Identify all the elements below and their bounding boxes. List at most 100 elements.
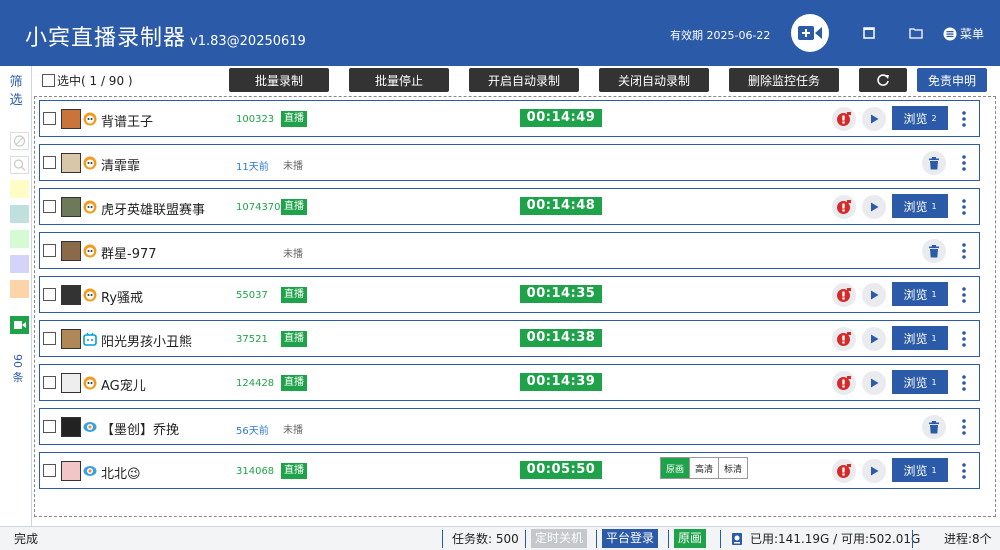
room-row[interactable]: Ry骚戒 55037 直播 00:14:35 浏览 1 bbox=[39, 276, 980, 313]
more-options-icon[interactable] bbox=[958, 373, 970, 393]
select-all-checkbox[interactable] bbox=[42, 74, 55, 87]
row-checkbox[interactable] bbox=[43, 112, 56, 125]
window-maximize-icon[interactable] bbox=[860, 24, 878, 42]
play-button[interactable] bbox=[862, 283, 886, 307]
color-filter-teal[interactable] bbox=[10, 205, 29, 223]
room-row[interactable]: 【墨创】乔挽 56天前 未播 bbox=[39, 408, 980, 445]
bilibili-platform-icon bbox=[83, 332, 97, 346]
row-checkbox[interactable] bbox=[43, 376, 56, 389]
stop-record-button[interactable] bbox=[832, 107, 856, 131]
delete-button[interactable] bbox=[922, 151, 946, 175]
play-button[interactable] bbox=[862, 107, 886, 131]
huya-platform-icon bbox=[83, 156, 97, 170]
stop-record-button[interactable] bbox=[832, 371, 856, 395]
record-stop-icon bbox=[837, 200, 851, 214]
record-timer: 00:14:49 bbox=[520, 109, 602, 127]
filter-search-icon[interactable] bbox=[10, 156, 29, 174]
delete-monitor-task-button[interactable]: 删除监控任务 bbox=[729, 68, 839, 92]
color-filter-purple[interactable] bbox=[10, 255, 29, 273]
room-row[interactable]: AG宠儿 124428 直播 00:14:39 浏览 1 bbox=[39, 364, 980, 401]
room-row[interactable]: 清霏霏 11天前 未播 bbox=[39, 144, 980, 181]
row-checkbox[interactable] bbox=[43, 420, 56, 433]
viewer-count: 100323 bbox=[236, 114, 275, 125]
video-record-logo-icon[interactable] bbox=[791, 14, 829, 52]
live-filter-icon[interactable] bbox=[10, 316, 29, 334]
quality-status-button[interactable]: 原画 bbox=[674, 529, 707, 548]
more-options-icon[interactable] bbox=[958, 153, 970, 173]
color-filter-yellow[interactable] bbox=[10, 180, 29, 198]
play-button[interactable] bbox=[862, 195, 886, 219]
stop-record-button[interactable] bbox=[832, 459, 856, 483]
play-button[interactable] bbox=[862, 371, 886, 395]
row-checkbox[interactable] bbox=[43, 464, 56, 477]
select-all[interactable]: 选中( 1 / 90 ) bbox=[42, 72, 133, 89]
more-options-icon[interactable] bbox=[958, 285, 970, 305]
avatar bbox=[61, 109, 81, 129]
enable-auto-record-button[interactable]: 开启自动录制 bbox=[469, 68, 579, 92]
room-list: 背谱王子 100323 直播 00:14:49 浏览 2 清霏霏 11天前 未播 虎牙英雄联盟赛事… bbox=[34, 96, 996, 517]
row-checkbox[interactable] bbox=[43, 244, 56, 257]
filter-none-icon[interactable] bbox=[10, 132, 29, 150]
delete-button[interactable] bbox=[922, 415, 946, 439]
platform-login-button[interactable]: 平台登录 bbox=[602, 529, 659, 548]
more-options-icon[interactable] bbox=[958, 461, 970, 481]
stop-record-button[interactable] bbox=[832, 195, 856, 219]
room-row[interactable]: 北北😉 314068 直播 00:05:50 原画 高清 标清 浏览 1 bbox=[39, 452, 980, 489]
row-checkbox[interactable] bbox=[43, 332, 56, 345]
browse-button[interactable]: 浏览 2 bbox=[892, 106, 948, 130]
row-checkbox[interactable] bbox=[43, 200, 56, 213]
more-options-icon[interactable] bbox=[958, 241, 970, 261]
quality-option[interactable]: 高清 bbox=[690, 458, 720, 478]
browse-button[interactable]: 浏览 1 bbox=[892, 326, 948, 350]
last-live: 56天前 bbox=[236, 426, 269, 437]
browse-button[interactable]: 浏览 1 bbox=[892, 370, 948, 394]
viewer-count: 314068 bbox=[236, 466, 275, 477]
batch-stop-button[interactable]: 批量停止 bbox=[349, 68, 449, 92]
expiry-date: 有效期 2025-06-22 bbox=[670, 29, 771, 42]
room-row[interactable]: 虎牙英雄联盟赛事 1074370 直播 00:14:48 浏览 1 bbox=[39, 188, 980, 225]
menu-button[interactable]: 菜单 bbox=[943, 25, 984, 42]
batch-record-button[interactable]: 批量录制 bbox=[229, 68, 329, 92]
quality-option[interactable]: 原画 bbox=[661, 458, 691, 478]
stop-record-button[interactable] bbox=[832, 327, 856, 351]
room-name: 阳光男孩小丑熊 bbox=[101, 335, 193, 350]
app-title: 小宾直播录制器 v1.83@20250619 bbox=[25, 20, 306, 52]
more-options-icon[interactable] bbox=[958, 109, 970, 129]
color-filter-orange[interactable] bbox=[10, 280, 29, 298]
room-row[interactable]: 群星-977 未播 bbox=[39, 232, 980, 269]
room-row[interactable]: 阳光男孩小丑熊 37521 直播 00:14:38 浏览 1 bbox=[39, 320, 980, 357]
room-row[interactable]: 背谱王子 100323 直播 00:14:49 浏览 2 bbox=[39, 100, 980, 137]
avatar bbox=[61, 373, 81, 393]
play-button[interactable] bbox=[862, 459, 886, 483]
play-button[interactable] bbox=[862, 327, 886, 351]
quality-selector[interactable]: 原画 高清 标清 bbox=[660, 457, 749, 479]
last-live: 11天前 bbox=[236, 162, 269, 173]
row-checkbox[interactable] bbox=[43, 288, 56, 301]
disable-auto-record-button[interactable]: 关闭自动录制 bbox=[599, 68, 709, 92]
row-checkbox[interactable] bbox=[43, 156, 56, 169]
stop-record-button[interactable] bbox=[832, 283, 856, 307]
filter-label[interactable]: 筛选 bbox=[8, 74, 24, 110]
folder-icon[interactable] bbox=[907, 24, 925, 42]
play-icon bbox=[871, 114, 879, 124]
offline-status: 未播 bbox=[283, 249, 303, 260]
delete-button[interactable] bbox=[922, 239, 946, 263]
browse-button[interactable]: 浏览 1 bbox=[892, 194, 948, 218]
disclaimer-button[interactable]: 免责申明 bbox=[917, 68, 987, 92]
browse-count: 2 bbox=[931, 113, 937, 123]
quality-option[interactable]: 标清 bbox=[719, 458, 748, 478]
room-name: AG宠儿 bbox=[101, 379, 146, 394]
refresh-button[interactable] bbox=[859, 68, 907, 92]
timer-shutdown-button[interactable]: 定时关机 bbox=[531, 529, 588, 548]
menu-label: 菜单 bbox=[960, 27, 985, 41]
record-stop-icon bbox=[837, 376, 851, 390]
status-text: 完成 bbox=[14, 532, 39, 546]
more-options-icon[interactable] bbox=[958, 329, 970, 349]
browse-button[interactable]: 浏览 1 bbox=[892, 458, 948, 482]
color-filter-green[interactable] bbox=[10, 230, 29, 248]
more-options-icon[interactable] bbox=[958, 197, 970, 217]
select-all-label: 选中( 1 / 90 ) bbox=[57, 74, 133, 88]
avatar bbox=[61, 417, 81, 437]
browse-button[interactable]: 浏览 1 bbox=[892, 282, 948, 306]
more-options-icon[interactable] bbox=[958, 417, 970, 437]
